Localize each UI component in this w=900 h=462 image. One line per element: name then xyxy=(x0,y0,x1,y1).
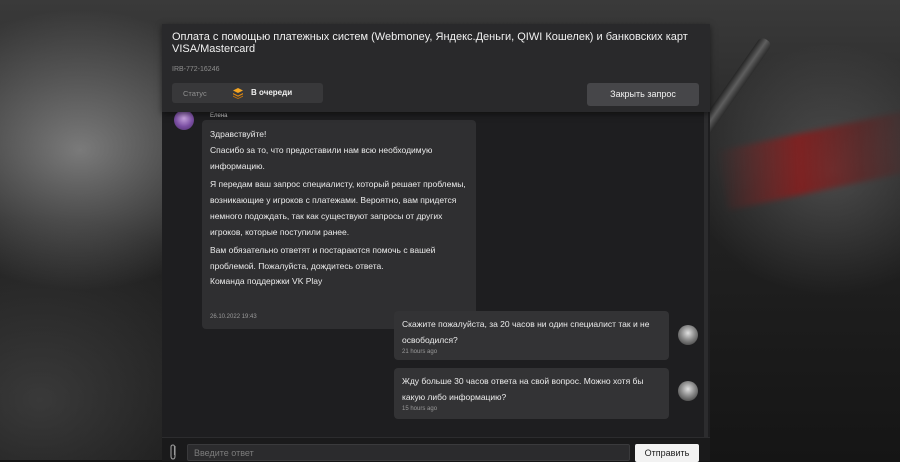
message-text: Жду больше 30 часов ответа на свой вопро… xyxy=(402,376,644,402)
ticket-panel: Оплата с помощью платежных систем (Webmo… xyxy=(162,24,710,462)
user-avatar xyxy=(678,381,698,401)
chat-scrollbar[interactable] xyxy=(704,112,708,437)
message-time: 21 hours ago xyxy=(402,349,438,355)
paperclip-icon[interactable] xyxy=(168,443,178,461)
message-time: 15 hours ago xyxy=(402,406,438,412)
message-line: Команда поддержки VK Play xyxy=(210,276,323,286)
message-line: Я передам ваш запрос специалисту, которы… xyxy=(210,179,466,237)
agent-name: Елена xyxy=(210,113,228,119)
status-box: Статус В очереди xyxy=(172,83,323,103)
ticket-header: Оплата с помощью платежных систем (Webmo… xyxy=(162,24,710,112)
user-message: Скажите пожалуйста, за 20 часов ни один … xyxy=(394,311,669,360)
ticket-id: IRB-772-16246 xyxy=(172,66,220,73)
message-time: 26.10.2022 19:43 xyxy=(210,314,257,320)
ticket-title: Оплата с помощью платежных систем (Webmo… xyxy=(172,31,688,55)
layers-icon xyxy=(233,88,243,99)
status-label: Статус xyxy=(183,89,207,98)
user-message: Жду больше 30 часов ответа на свой вопро… xyxy=(394,368,669,419)
user-avatar xyxy=(678,325,698,345)
agent-avatar xyxy=(174,110,194,130)
close-request-button[interactable]: Закрыть запрос xyxy=(587,83,699,106)
reply-composer: Отправить xyxy=(162,437,710,462)
agent-message: Здравствуйте! Спасибо за то, что предост… xyxy=(202,120,476,329)
message-line: Здравствуйте! xyxy=(210,129,267,139)
send-button[interactable]: Отправить xyxy=(635,444,699,462)
status-value: В очереди xyxy=(251,88,293,97)
message-line: Вам обязательно ответят и постараются по… xyxy=(210,245,436,271)
answer-input[interactable] xyxy=(187,444,630,461)
message-line: Спасибо за то, что предоставили нам всю … xyxy=(210,145,433,171)
message-text: Скажите пожалуйста, за 20 часов ни один … xyxy=(402,319,650,345)
